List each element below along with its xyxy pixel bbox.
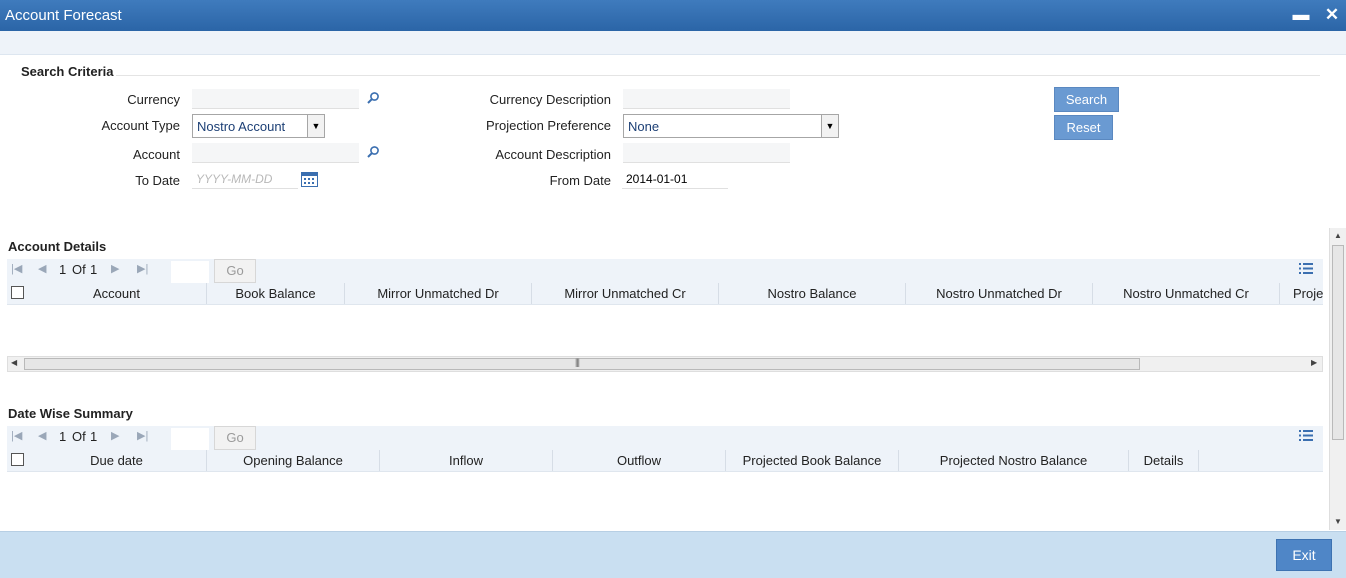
scroll-left-icon[interactable]: ◀ <box>11 358 17 367</box>
projection-preference-value: None <box>628 119 660 134</box>
next-page-icon[interactable]: ▶ <box>111 429 119 442</box>
calendar-icon[interactable] <box>301 172 318 190</box>
account-description-label: Account Description <box>495 147 611 162</box>
column-header[interactable]: Proje <box>1280 283 1323 304</box>
column-header[interactable]: Opening Balance <box>207 450 380 471</box>
column-header[interactable]: Details <box>1129 450 1199 471</box>
column-header[interactable]: Nostro Balance <box>719 283 906 304</box>
search-button[interactable]: Search <box>1054 87 1119 112</box>
column-header[interactable]: Inflow <box>380 450 553 471</box>
pager-of: Of <box>72 429 86 444</box>
reset-button[interactable]: Reset <box>1054 115 1113 140</box>
column-header[interactable]: Mirror Unmatched Cr <box>532 283 719 304</box>
currency-description-label: Currency Description <box>489 92 611 107</box>
column-header[interactable]: Account <box>27 283 207 304</box>
date-wise-pager: |◀ ◀ 1 Of 1 ▶ ▶| Go <box>7 426 1323 451</box>
chevron-down-icon[interactable]: ▼ <box>821 115 838 137</box>
select-all-checkbox[interactable] <box>11 453 24 466</box>
page-number-input[interactable] <box>171 261 209 284</box>
search-criteria-title: Search Criteria <box>21 64 114 79</box>
pager-current: 1 <box>59 429 67 444</box>
pager-total: 1 <box>90 262 98 277</box>
pager-current: 1 <box>59 262 67 277</box>
scroll-up-icon[interactable]: ▲ <box>1334 231 1342 240</box>
currency-search-icon[interactable] <box>366 91 380 108</box>
last-page-icon[interactable]: ▶| <box>137 262 148 275</box>
account-details-pager: |◀ ◀ 1 Of 1 ▶ ▶| Go <box>7 259 1323 284</box>
column-settings-icon[interactable] <box>1299 262 1313 278</box>
scroll-thumb[interactable] <box>1332 245 1344 440</box>
previous-page-icon[interactable]: ◀ <box>38 429 46 442</box>
account-type-label: Account Type <box>101 118 180 133</box>
go-button[interactable]: Go <box>214 259 256 283</box>
date-wise-summary-title: Date Wise Summary <box>8 406 133 421</box>
account-description-input[interactable] <box>623 143 790 163</box>
from-date-label: From Date <box>549 173 611 188</box>
account-type-value: Nostro Account <box>197 119 286 134</box>
scroll-right-icon[interactable]: ▶ <box>1311 358 1317 367</box>
to-date-label: To Date <box>135 173 180 188</box>
window-title: Account Forecast <box>5 7 122 24</box>
account-type-select[interactable]: Nostro Account ▼ <box>192 114 325 138</box>
scroll-down-icon[interactable]: ▼ <box>1334 517 1342 526</box>
account-details-header: Account Book Balance Mirror Unmatched Dr… <box>7 283 1323 305</box>
next-page-icon[interactable]: ▶ <box>111 262 119 275</box>
title-bar: Account Forecast ▬ ✕ <box>0 0 1346 32</box>
scroll-thumb[interactable]: ||| <box>24 357 1140 370</box>
column-header[interactable]: Projected Book Balance <box>726 450 899 471</box>
currency-input[interactable] <box>192 89 359 109</box>
first-page-icon[interactable]: |◀ <box>11 429 22 442</box>
from-date-input[interactable] <box>622 169 728 189</box>
footer-bar: Exit <box>0 531 1346 578</box>
account-search-icon[interactable] <box>366 145 380 162</box>
select-all-checkbox[interactable] <box>11 286 24 299</box>
column-header[interactable]: Mirror Unmatched Dr <box>345 283 532 304</box>
previous-page-icon[interactable]: ◀ <box>38 262 46 275</box>
toolbar-strip <box>0 31 1346 55</box>
to-date-input[interactable] <box>192 169 298 189</box>
account-label: Account <box>133 147 180 162</box>
date-wise-summary-body <box>7 472 1323 530</box>
vertical-scrollbar[interactable]: ▲ ▼ <box>1329 228 1346 530</box>
column-header[interactable]: Nostro Unmatched Cr <box>1093 283 1280 304</box>
column-settings-icon[interactable] <box>1299 429 1313 445</box>
projection-preference-label: Projection Preference <box>485 118 611 133</box>
account-details-body <box>7 305 1323 355</box>
last-page-icon[interactable]: ▶| <box>137 429 148 442</box>
horizontal-scrollbar[interactable]: ◀ ||| ▶ <box>7 356 1323 372</box>
column-header[interactable]: Outflow <box>553 450 726 471</box>
column-header[interactable]: Due date <box>27 450 207 471</box>
page-number-input[interactable] <box>171 428 209 451</box>
close-icon[interactable]: ✕ <box>1322 4 1342 26</box>
go-button[interactable]: Go <box>214 426 256 450</box>
account-details-title: Account Details <box>8 239 107 254</box>
first-page-icon[interactable]: |◀ <box>11 262 22 275</box>
column-header[interactable]: Projected Nostro Balance <box>899 450 1129 471</box>
currency-description-input[interactable] <box>623 89 790 109</box>
chevron-down-icon[interactable]: ▼ <box>307 115 324 137</box>
exit-button[interactable]: Exit <box>1276 539 1332 571</box>
date-wise-summary-header: Due date Opening Balance Inflow Outflow … <box>7 450 1323 472</box>
column-header[interactable]: Nostro Unmatched Dr <box>906 283 1093 304</box>
projection-preference-select[interactable]: None ▼ <box>623 114 839 138</box>
minimize-icon[interactable]: ▬ <box>1291 4 1311 26</box>
currency-label: Currency <box>127 92 180 107</box>
pager-of: Of <box>72 262 86 277</box>
section-divider <box>116 75 1320 76</box>
pager-total: 1 <box>90 429 98 444</box>
account-input[interactable] <box>192 143 359 163</box>
column-header[interactable]: Book Balance <box>207 283 345 304</box>
